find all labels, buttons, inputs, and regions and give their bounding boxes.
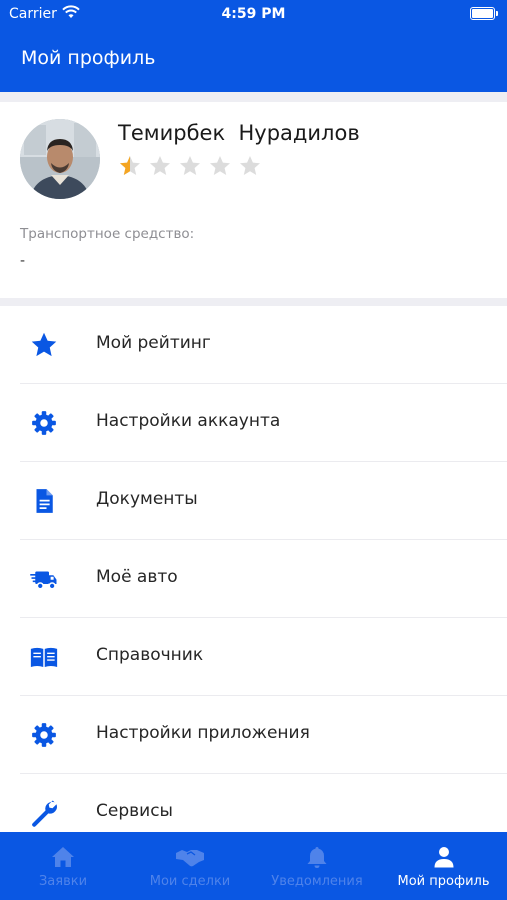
star-icon bbox=[29, 330, 59, 360]
rating-star-empty-icon bbox=[238, 154, 262, 182]
tab-label: Мой профиль bbox=[397, 874, 490, 889]
tab-label: Мои сделки bbox=[149, 874, 231, 889]
menu-item-label: Моё авто bbox=[96, 567, 178, 587]
bell-icon bbox=[306, 845, 328, 873]
book-icon bbox=[29, 642, 59, 672]
menu-item-account-settings[interactable]: Настройки аккаунта bbox=[0, 384, 507, 462]
rating-star-empty-icon bbox=[208, 154, 232, 182]
menu-item-label: Мой рейтинг bbox=[96, 333, 211, 353]
tab-my-profile[interactable]: Мой профиль bbox=[380, 832, 507, 900]
home-icon bbox=[50, 845, 76, 873]
tab-label: Уведомления bbox=[271, 874, 363, 889]
menu-item-my-rating[interactable]: Мой рейтинг bbox=[0, 306, 507, 384]
menu-item-my-car[interactable]: Моё авто bbox=[0, 540, 507, 618]
vehicle-value: - bbox=[20, 253, 26, 269]
rating-star-empty-icon bbox=[148, 154, 172, 182]
menu-item-label: Справочник bbox=[96, 645, 204, 665]
handshake-icon bbox=[175, 845, 205, 873]
section-separator bbox=[0, 298, 507, 306]
user-name: Темирбек Нурадилов bbox=[118, 121, 360, 145]
menu-item-documents[interactable]: Документы bbox=[0, 462, 507, 540]
vehicle-label: Транспортное средство: bbox=[20, 226, 195, 242]
page-title: Мой профиль bbox=[21, 47, 156, 69]
document-icon bbox=[29, 486, 59, 516]
gear-icon bbox=[29, 408, 59, 438]
wrench-icon bbox=[29, 798, 59, 828]
menu-item-label: Сервисы bbox=[96, 801, 173, 821]
battery-icon bbox=[470, 7, 498, 20]
navigation-bar: Мой профиль bbox=[0, 28, 507, 92]
tab-bar: Заявки Мои сделки Уведомления Мой профил… bbox=[0, 832, 507, 900]
person-icon bbox=[432, 845, 456, 873]
gear-icon bbox=[29, 720, 59, 750]
tab-requests[interactable]: Заявки bbox=[0, 832, 126, 900]
tab-my-deals[interactable]: Мои сделки bbox=[126, 832, 254, 900]
tab-notifications[interactable]: Уведомления bbox=[254, 832, 380, 900]
rating-star-empty-icon bbox=[178, 154, 202, 182]
truck-icon bbox=[29, 564, 59, 594]
menu-item-label: Настройки приложения bbox=[96, 723, 310, 743]
menu-item-directory[interactable]: Справочник bbox=[0, 618, 507, 696]
profile-card: Темирбек Нурадилов Транспортное средство… bbox=[0, 102, 507, 298]
menu-item-services[interactable]: Сервисы bbox=[0, 774, 507, 832]
menu-item-app-settings[interactable]: Настройки приложения bbox=[0, 696, 507, 774]
rating-star-half-icon bbox=[118, 154, 142, 182]
section-separator bbox=[0, 92, 507, 102]
tab-label: Заявки bbox=[38, 874, 88, 889]
profile-menu: Мой рейтинг Настройки аккаунта Документы… bbox=[0, 306, 507, 832]
status-time: 4:59 PM bbox=[221, 6, 286, 22]
status-bar: Carrier 4:59 PM bbox=[0, 0, 507, 28]
menu-item-label: Настройки аккаунта bbox=[96, 411, 281, 431]
menu-item-label: Документы bbox=[96, 489, 198, 509]
avatar[interactable] bbox=[20, 119, 100, 199]
